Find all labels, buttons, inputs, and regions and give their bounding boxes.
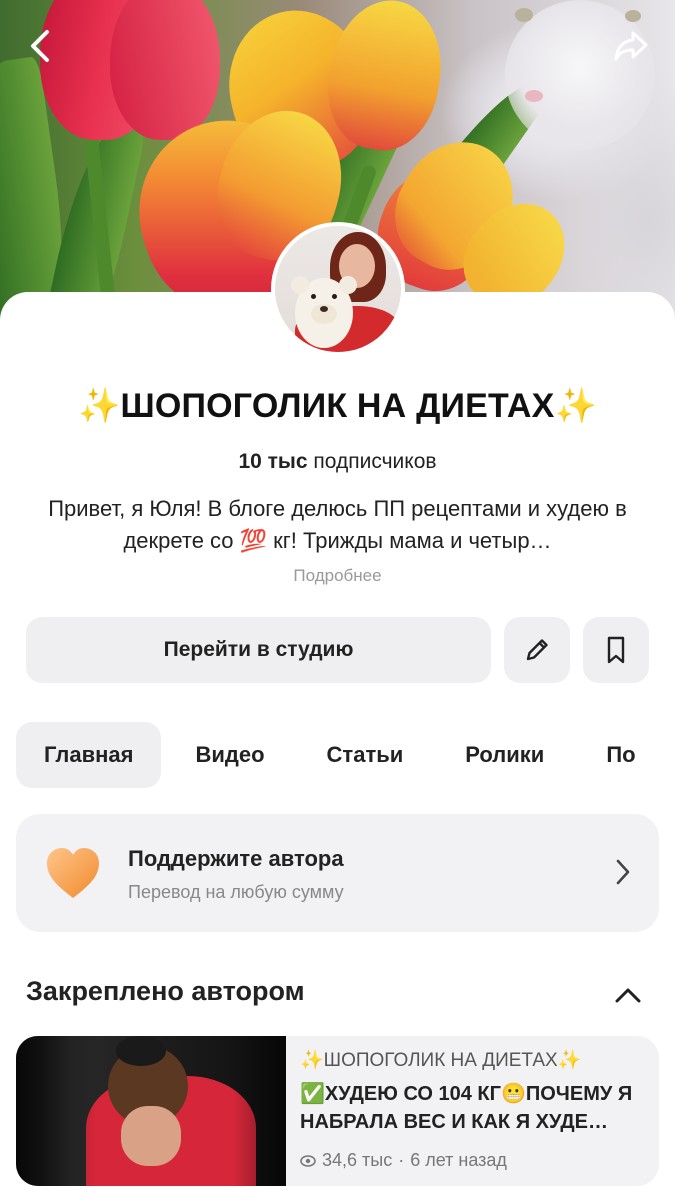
channel-name: ШОПОГОЛИК НА ДИЕТАХ: [120, 387, 555, 425]
video-thumbnail: [16, 1036, 286, 1186]
avatar[interactable]: [271, 222, 405, 356]
tab-articles[interactable]: Статьи: [299, 722, 432, 788]
avatar-photo: [275, 226, 401, 352]
tab-shorts[interactable]: Ролики: [437, 722, 572, 788]
heart-icon: [47, 848, 99, 898]
pinned-heading: Закреплено автором: [26, 976, 305, 1006]
pencil-icon: [526, 639, 548, 661]
go-to-studio-button[interactable]: Перейти в студию: [26, 617, 491, 683]
pinned-video-card[interactable]: ✨ШОПОГОЛИК НА ДИЕТАХ✨ ✅ХУДЕЮ СО 104 КГ😬П…: [16, 1036, 659, 1186]
pinned-channel-name: ✨ШОПОГОЛИК НА ДИЕТАХ✨: [300, 1050, 582, 1071]
support-subtitle: Перевод на любую сумму: [128, 882, 344, 902]
support-title: Поддержите автора: [128, 846, 344, 871]
sparkle-icon: ✨: [77, 387, 121, 425]
eye-icon: [300, 1154, 316, 1167]
chevron-right-icon: [616, 859, 630, 885]
more-link[interactable]: Подробнее: [0, 566, 675, 586]
tab-more[interactable]: По: [578, 722, 663, 788]
pinned-age: 6 лет назад: [410, 1150, 507, 1170]
channel-tabs: Главная Видео Статьи Ролики По: [16, 722, 675, 788]
edit-button[interactable]: [504, 617, 570, 683]
pinned-video-title: ✅ХУДЕЮ СО 104 КГ😬ПОЧЕМУ Я НАБРАЛА ВЕС И …: [300, 1083, 633, 1133]
channel-title: ✨ШОПОГОЛИК НА ДИЕТАХ✨: [0, 386, 675, 426]
subscribers-count: 10 тыс подписчиков: [0, 450, 675, 474]
channel-description: Привет, я Юля! В блоге делюсь ПП рецепта…: [48, 496, 627, 553]
collapse-button[interactable]: [608, 977, 648, 1013]
chevron-up-icon: [615, 988, 641, 1003]
support-author-card[interactable]: Поддержите автора Перевод на любую сумму: [16, 814, 659, 932]
back-arrow-icon: [31, 30, 49, 62]
pinned-views: 34,6 тыс: [322, 1150, 393, 1170]
pinned-video-meta: 34,6 тыс · 6 лет назад: [300, 1150, 507, 1171]
subscribers-label: подписчиков: [313, 450, 437, 473]
share-icon: [614, 31, 648, 61]
share-button[interactable]: [611, 26, 651, 66]
tab-video[interactable]: Видео: [167, 722, 292, 788]
bookmark-button[interactable]: [583, 617, 649, 683]
tab-main[interactable]: Главная: [16, 722, 162, 788]
sparkle-icon: ✨: [554, 387, 598, 425]
meta-separator: ·: [398, 1150, 405, 1170]
back-button[interactable]: [20, 26, 60, 66]
bookmark-icon: [607, 636, 625, 664]
subscribers-number: 10 тыс: [238, 450, 308, 473]
